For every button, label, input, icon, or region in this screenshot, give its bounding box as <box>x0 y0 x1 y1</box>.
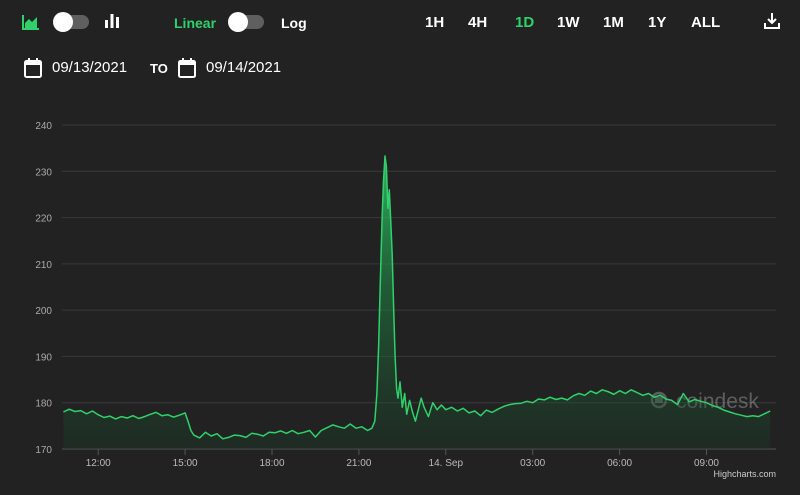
x-tick-label: 15:00 <box>173 458 198 469</box>
x-tick-label: 09:00 <box>694 458 719 469</box>
x-axis-ticks: 12:00 15:00 18:00 21:00 14. Sep 03:00 06:00 09:… <box>86 449 719 469</box>
y-tick-label: 240 <box>35 121 52 132</box>
y-tick-label: 200 <box>35 306 52 317</box>
price-chart[interactable]: 170 180 190 200 210 220 230 240 12:00 15:00 18:00… <box>0 0 800 495</box>
x-tick-label: 21:00 <box>346 458 371 469</box>
x-tick-label: 06:00 <box>607 458 632 469</box>
highcharts-credits[interactable]: Highcharts.com <box>713 469 776 479</box>
price-area <box>63 156 771 449</box>
x-tick-label: 14. Sep <box>429 458 464 469</box>
x-tick-label: 03:00 <box>520 458 545 469</box>
y-tick-label: 180 <box>35 399 52 410</box>
y-axis-ticks: 170 180 190 200 210 220 230 240 <box>35 121 52 456</box>
y-tick-label: 190 <box>35 352 52 363</box>
y-tick-label: 230 <box>35 167 52 178</box>
x-tick-label: 12:00 <box>86 458 111 469</box>
y-tick-label: 220 <box>35 214 52 225</box>
y-tick-label: 170 <box>35 445 52 456</box>
x-tick-label: 18:00 <box>259 458 284 469</box>
y-tick-label: 210 <box>35 260 52 271</box>
